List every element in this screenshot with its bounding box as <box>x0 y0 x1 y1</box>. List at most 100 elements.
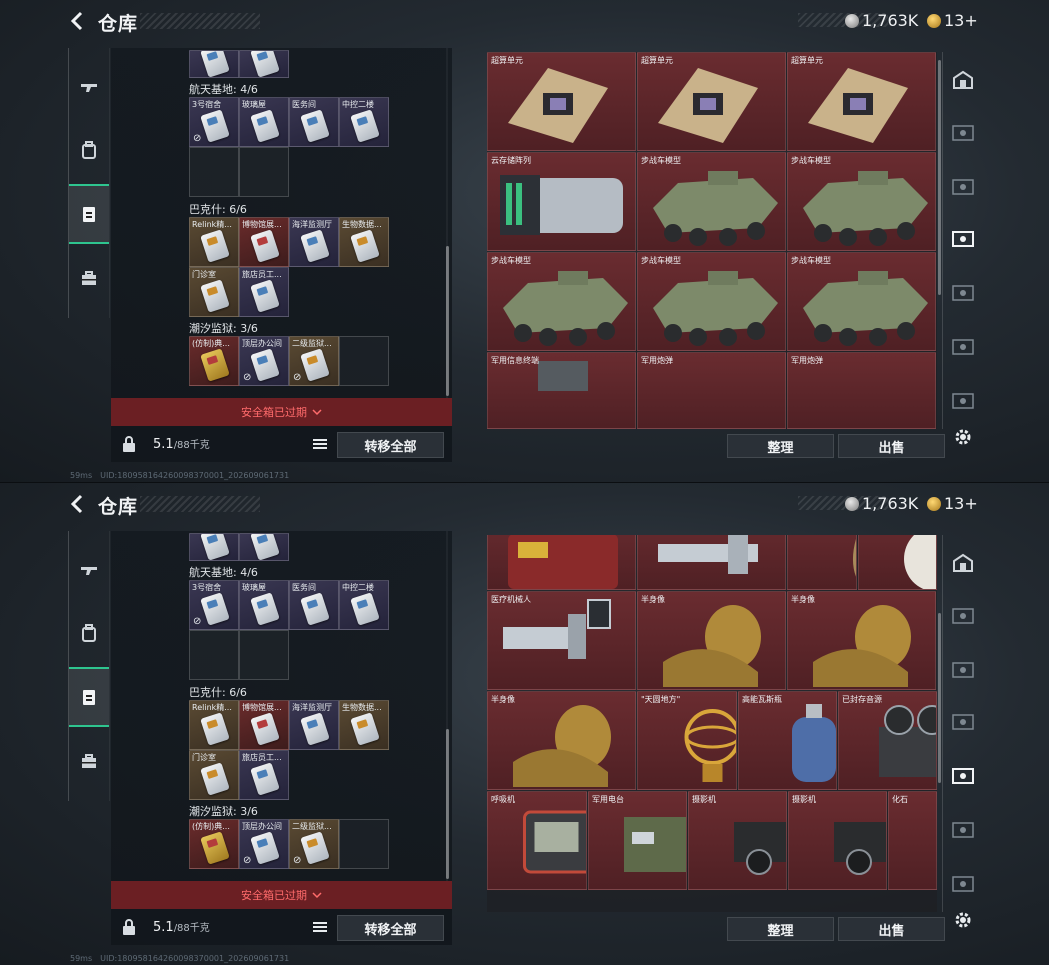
keycard[interactable]: 旅店员工... <box>239 267 289 317</box>
keycard[interactable]: 海洋监测厅 <box>289 217 339 267</box>
stash-item[interactable]: 半身像 <box>787 591 936 690</box>
transfer-all-button[interactable]: 转移全部 <box>337 915 444 941</box>
stash-item[interactable]: 超算单元 <box>787 52 936 151</box>
keycard[interactable]: 3号宿舍 ⊘ <box>189 97 239 147</box>
sort-button[interactable]: 整理 <box>727 917 834 941</box>
keycard[interactable]: 医务间 <box>289 580 339 630</box>
keycard[interactable]: (仿制)典... <box>189 336 239 386</box>
stash-item[interactable]: 步战车模型 <box>637 252 786 351</box>
storage-page-icon[interactable] <box>951 659 975 679</box>
stash-item[interactable] <box>787 535 857 590</box>
keycard[interactable]: 中控二楼 <box>339 97 389 147</box>
stash-item[interactable]: "天圆地方" <box>637 691 737 790</box>
stash-item[interactable]: 军用炮弹 <box>637 352 786 429</box>
keycard[interactable]: Relink精... <box>189 700 239 750</box>
tab-briefcase[interactable] <box>69 248 109 308</box>
list-view-button[interactable] <box>309 434 331 454</box>
safe-box-expired-banner[interactable]: 安全箱已过期 <box>111 881 452 909</box>
keycard[interactable]: 二级监狱... ⊘ <box>289 819 339 869</box>
storage-page-icon[interactable] <box>951 711 975 731</box>
keycard[interactable] <box>239 50 289 78</box>
keycard[interactable]: 医务间 <box>289 97 339 147</box>
keycard[interactable]: 二级监狱... ⊘ <box>289 336 339 386</box>
list-view-button[interactable] <box>309 917 331 937</box>
keycard[interactable]: 生物数据... <box>339 217 389 267</box>
sell-button[interactable]: 出售 <box>838 917 945 941</box>
stash-item[interactable]: 军用信息终端 <box>487 352 636 429</box>
keycard[interactable] <box>189 533 239 561</box>
stash-item[interactable]: 超算单元 <box>637 52 786 151</box>
stash-item[interactable]: 超算单元 <box>487 52 636 151</box>
back-arrow-icon[interactable] <box>66 9 90 33</box>
gear-icon[interactable] <box>953 427 973 447</box>
storage-page-icon-active[interactable] <box>951 765 975 785</box>
storage-page-icon[interactable] <box>951 819 975 839</box>
keycard[interactable]: 顶层办公间 ⊘ <box>239 336 289 386</box>
back-arrow-icon[interactable] <box>66 492 90 516</box>
keycard[interactable]: 玻璃屋 <box>239 580 289 630</box>
stash-item[interactable] <box>487 535 636 590</box>
stash-item[interactable] <box>858 535 937 590</box>
keycard[interactable]: 旅店员工... <box>239 750 289 800</box>
stash-item[interactable]: 呼吸机 <box>487 791 587 890</box>
transfer-all-button[interactable]: 转移全部 <box>337 432 444 458</box>
gold-currency[interactable]: 13+ <box>944 494 978 513</box>
keycard[interactable]: 门诊室 <box>189 267 239 317</box>
stash-item[interactable]: 军用炮弹 <box>787 352 936 429</box>
storage-page-icon-active[interactable] <box>951 228 975 248</box>
keycard[interactable]: Relink精... <box>189 217 239 267</box>
keycard[interactable]: 博物馆展... <box>239 217 289 267</box>
keycard[interactable]: 博物馆展... <box>239 700 289 750</box>
sort-button[interactable]: 整理 <box>727 434 834 458</box>
safe-box-expired-banner[interactable]: 安全箱已过期 <box>111 398 452 426</box>
storage-page-icon[interactable] <box>951 282 975 302</box>
storage-page-icon[interactable] <box>951 605 975 625</box>
storage-home-icon[interactable] <box>951 553 975 573</box>
stash-item[interactable]: 步战车模型 <box>787 152 936 251</box>
stash-item[interactable]: 摄影机 <box>688 791 787 890</box>
stash-item[interactable] <box>637 535 786 590</box>
keycard[interactable]: 海洋监测厅 <box>289 700 339 750</box>
tab-equipment[interactable] <box>69 120 109 180</box>
keycard[interactable]: (仿制)典... <box>189 819 239 869</box>
keycard[interactable]: 顶层办公间 ⊘ <box>239 819 289 869</box>
keycard-scrollbar[interactable] <box>446 246 449 396</box>
storage-page-icon[interactable] <box>951 873 975 893</box>
keycard[interactable]: 生物数据... <box>339 700 389 750</box>
stash-item[interactable]: 步战车模型 <box>787 252 936 351</box>
tab-weapons[interactable] <box>69 58 109 118</box>
stash-scrollbar[interactable] <box>938 613 941 783</box>
tab-weapons[interactable] <box>69 541 109 601</box>
stash-item[interactable]: 步战车模型 <box>487 252 636 351</box>
tab-safe-box[interactable] <box>69 667 109 727</box>
stash-scrollbar[interactable] <box>938 60 941 295</box>
tab-safe-box[interactable] <box>69 184 109 244</box>
storage-page-icon[interactable] <box>951 122 975 142</box>
stash-item[interactable]: 军用电台 <box>588 791 687 890</box>
stash-item[interactable]: 已封存音源 <box>838 691 937 790</box>
keycard[interactable]: 3号宿舍 ⊘ <box>189 580 239 630</box>
stash-item[interactable]: 高能瓦斯瓶 <box>738 691 837 790</box>
storage-page-icon[interactable] <box>951 336 975 356</box>
gold-currency[interactable]: 13+ <box>944 11 978 30</box>
keycard[interactable] <box>239 533 289 561</box>
storage-page-icon[interactable] <box>951 390 975 410</box>
keycard[interactable]: 门诊室 <box>189 750 239 800</box>
keycard[interactable]: 玻璃屋 <box>239 97 289 147</box>
tab-briefcase[interactable] <box>69 731 109 791</box>
sell-button[interactable]: 出售 <box>838 434 945 458</box>
tab-equipment[interactable] <box>69 603 109 663</box>
stash-item[interactable]: 医疗机械人 <box>487 591 636 690</box>
stash-item[interactable]: 半身像 <box>487 691 636 790</box>
stash-item[interactable]: 云存储阵列 <box>487 152 636 251</box>
stash-item[interactable]: 摄影机 <box>788 791 887 890</box>
stash-item[interactable]: 化石 <box>888 791 937 890</box>
keycard[interactable]: 中控二楼 <box>339 580 389 630</box>
keycard[interactable] <box>189 50 239 78</box>
gear-icon[interactable] <box>953 910 973 930</box>
stash-item[interactable]: 步战车模型 <box>637 152 786 251</box>
keycard-scrollbar[interactable] <box>446 729 449 879</box>
storage-page-icon[interactable] <box>951 176 975 196</box>
stash-item[interactable]: 半身像 <box>637 591 786 690</box>
storage-home-icon[interactable] <box>951 70 975 90</box>
